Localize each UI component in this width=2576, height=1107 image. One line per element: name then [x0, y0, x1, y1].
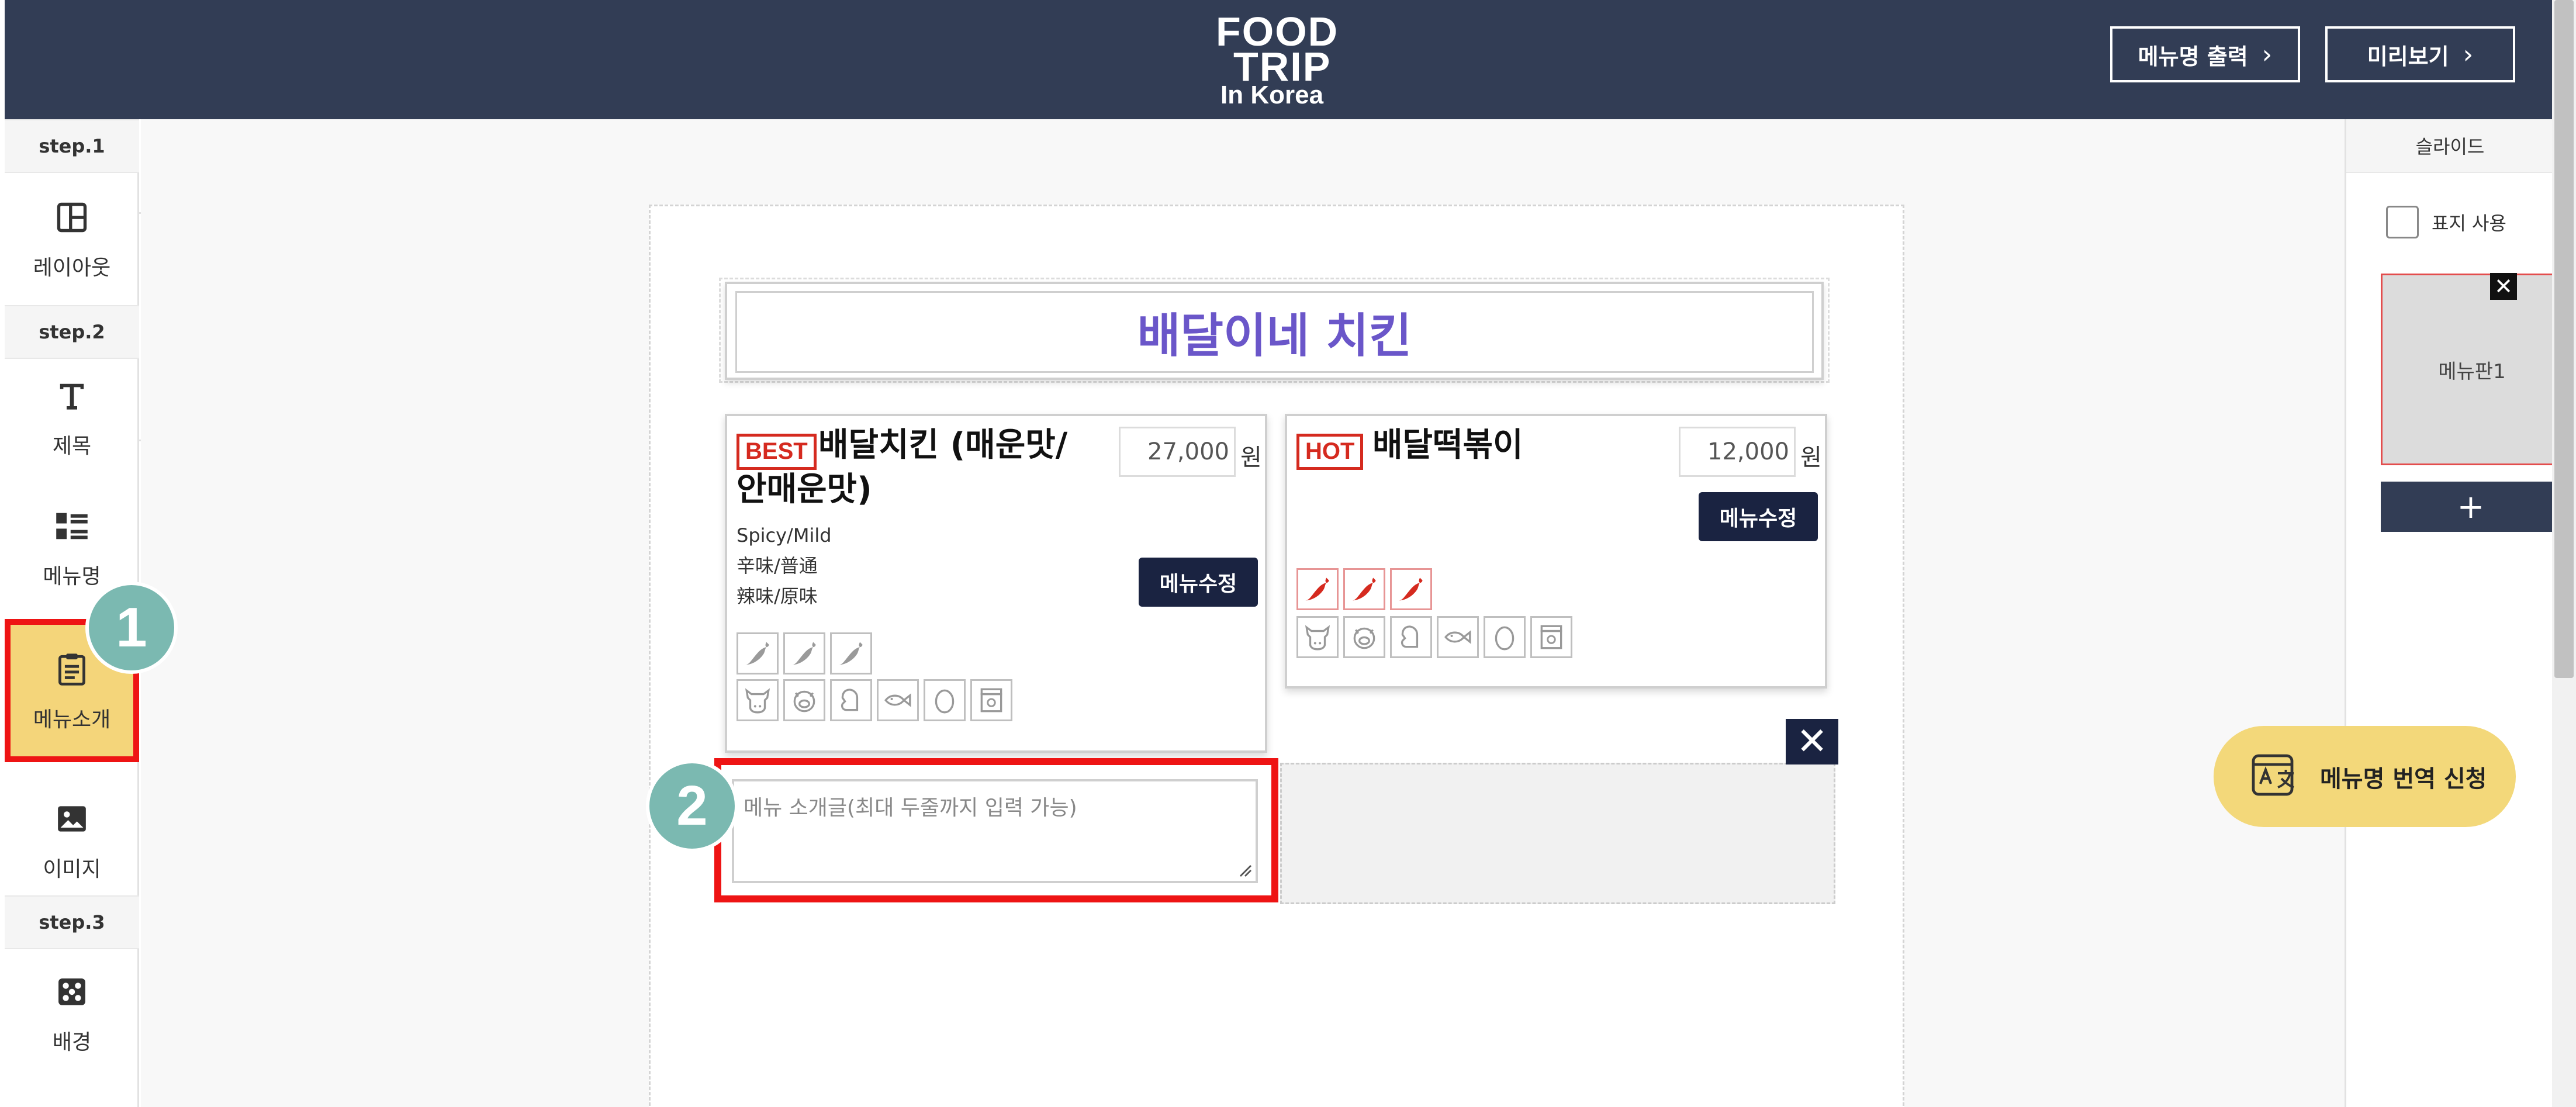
edit-menu-button[interactable]: 메뉴수정	[1139, 558, 1258, 607]
egg-icon[interactable]	[1484, 616, 1526, 658]
chili-icon[interactable]	[783, 632, 825, 674]
menu-list-icon	[51, 506, 92, 546]
currency-label: 원	[1800, 444, 1822, 471]
fish-icon[interactable]	[877, 679, 919, 721]
sidebar-item-image[interactable]: 이미지	[5, 774, 139, 907]
chicken-icon[interactable]	[1390, 616, 1432, 658]
add-slide-button[interactable]: +	[2381, 482, 2561, 532]
cover-checkbox[interactable]	[2386, 206, 2419, 238]
empty-menu-slot[interactable]	[1280, 763, 1835, 904]
milk-icon[interactable]	[970, 679, 1012, 721]
chili-icon[interactable]	[1343, 568, 1385, 610]
print-menu-names-label: 메뉴명 출력	[2138, 43, 2248, 70]
left-edge	[0, 0, 5, 1107]
ingredient-row	[737, 679, 1012, 721]
milk-icon[interactable]	[1530, 616, 1572, 658]
menu-name: 배달떡볶이	[1372, 426, 1523, 464]
translate-icon	[2252, 754, 2294, 795]
callout-step-2: 2	[646, 760, 738, 852]
callout-step-1: 1	[85, 582, 178, 674]
cover-checkbox-row[interactable]: 표지 사용	[2386, 206, 2506, 238]
price-input[interactable]: 27,000	[1119, 427, 1236, 477]
price-input[interactable]: 12,000	[1679, 427, 1796, 477]
menu-description: Spicy/Mild 辛味/普通 辣味/原味	[737, 520, 832, 611]
scrollbar-thumb[interactable]	[2554, 0, 2574, 678]
chili-icon[interactable]	[737, 632, 779, 674]
sidebar-item-label: 배경	[52, 1030, 92, 1054]
menu-card-1[interactable]: BEST 배달치킨 (매운맛/ 안매운맛) 27,000 원 Spicy/Mil…	[725, 414, 1267, 753]
beef-icon[interactable]	[1296, 616, 1339, 658]
translate-request-label: 메뉴명 번역 신청	[2320, 765, 2487, 793]
sidebar-item-title[interactable]: 제목	[5, 359, 139, 476]
hot-badge: HOT	[1296, 434, 1364, 470]
pork-icon[interactable]	[783, 679, 825, 721]
food-trip-logo[interactable]: FOOD TRIP In Korea	[1210, 6, 1339, 111]
step-1-header: step.1	[5, 119, 139, 173]
print-menu-names-button[interactable]: 메뉴명 출력 ›	[2110, 26, 2300, 82]
top-header: FOOD TRIP In Korea 메뉴명 출력 › 미리보기 ›	[0, 0, 2552, 119]
logo-line-3: In Korea	[1220, 81, 1324, 109]
sidebar-item-label: 레이아웃	[33, 256, 111, 280]
fish-icon[interactable]	[1437, 616, 1479, 658]
slide-panel: 슬라이드 표지 사용 메뉴판1 +	[2345, 119, 2563, 1107]
spice-level-row	[737, 632, 872, 674]
chevron-right-icon: ›	[2262, 39, 2273, 70]
image-icon	[51, 798, 92, 839]
menu-name: 배달치킨 (매운맛/ 안매운맛)	[737, 426, 1068, 508]
egg-icon[interactable]	[924, 679, 966, 721]
sidebar-item-label: 제목	[52, 434, 92, 458]
cover-checkbox-label: 표지 사용	[2432, 212, 2506, 234]
menu-intro-textarea[interactable]	[734, 781, 1256, 881]
spice-level-row	[1296, 568, 1432, 610]
menu-card-2[interactable]: HOT 배달떡볶이 12,000 원 메뉴수정	[1285, 414, 1827, 689]
currency-label: 원	[1240, 444, 1262, 471]
step-2-header: step.2	[5, 305, 139, 359]
menu-board-title[interactable]: 배달이네 치킨	[735, 291, 1814, 373]
resize-grip-icon[interactable]	[1238, 863, 1252, 877]
translate-request-button[interactable]: 메뉴명 번역 신청	[2214, 726, 2516, 827]
description-line: Spicy/Mild	[737, 524, 832, 546]
edit-menu-button[interactable]: 메뉴수정	[1699, 492, 1818, 541]
preview-button[interactable]: 미리보기 ›	[2325, 26, 2515, 82]
step-3-header: step.3	[5, 895, 139, 949]
sidebar-item-label: 메뉴소개	[33, 707, 111, 732]
text-icon	[51, 375, 92, 416]
layout-icon	[51, 197, 92, 238]
sidebar-item-label: 메뉴명	[43, 564, 101, 589]
remove-row-button[interactable]: ✕	[1786, 719, 1838, 764]
clipboard-icon	[51, 649, 92, 690]
description-line: 辛味/普通	[737, 555, 818, 577]
sidebar-item-background[interactable]: 배경	[5, 949, 139, 1078]
sidebar-item-label: 이미지	[43, 857, 101, 881]
sidebar-item-layout[interactable]: 레이아웃	[5, 173, 139, 305]
beef-icon[interactable]	[737, 679, 779, 721]
chili-icon[interactable]	[830, 632, 872, 674]
ingredient-row	[1296, 616, 1572, 658]
chicken-icon[interactable]	[830, 679, 872, 721]
slide-panel-title: 슬라이드	[2346, 119, 2554, 173]
pork-icon[interactable]	[1343, 616, 1385, 658]
slide-thumbnail[interactable]: 메뉴판1	[2381, 274, 2563, 465]
menu-intro-box[interactable]	[732, 779, 1258, 883]
description-line: 辣味/原味	[737, 585, 818, 607]
preview-label: 미리보기	[2367, 43, 2449, 70]
chevron-right-icon: ›	[2463, 39, 2474, 70]
delete-slide-button[interactable]: ✕	[2490, 273, 2517, 300]
pattern-icon	[51, 971, 92, 1012]
chili-icon[interactable]	[1390, 568, 1432, 610]
chili-icon[interactable]	[1296, 568, 1339, 610]
